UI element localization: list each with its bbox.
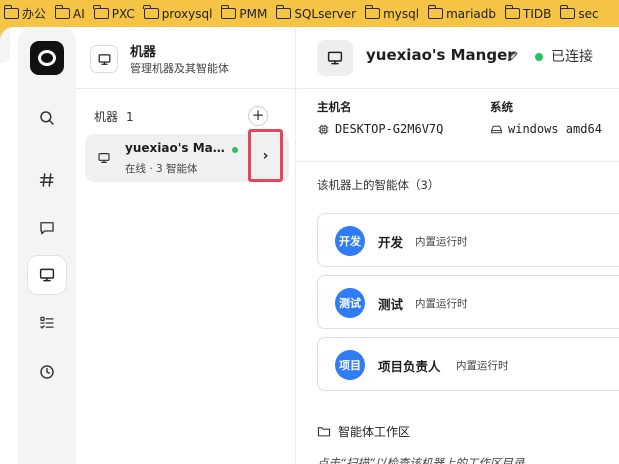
bookmark-folder[interactable]: PMM xyxy=(219,0,274,27)
monitor-icon xyxy=(327,51,343,65)
hostname-value: DESKTOP-G2M6V7Q xyxy=(317,122,443,136)
folder-icon xyxy=(3,5,19,19)
agents-section-label: 该机器上的智能体（3） xyxy=(317,178,440,192)
folder-icon xyxy=(93,5,109,19)
folder-icon xyxy=(317,427,331,437)
panel-title: 机器 xyxy=(130,45,157,60)
bookmark-folder[interactable]: mariadb xyxy=(426,0,503,27)
bookmark-folder[interactable]: SQLserver xyxy=(274,0,363,27)
bookmarks-bar: 办公 AI PXC proxysql PMM SQLserver mysql m… xyxy=(0,0,619,27)
pencil-icon[interactable] xyxy=(506,49,520,63)
machines-panel: 机器 管理机器及其智能体 机器 1 + yuexiao's Mang... 在线 … xyxy=(76,27,296,464)
bookmark-label: mysql xyxy=(383,6,420,21)
workspace-hint: 点击“扫描”以检查该机器上的工作区目录 xyxy=(317,456,525,464)
panel-header-icon xyxy=(90,45,118,73)
panel-header: 机器 管理机器及其智能体 xyxy=(76,27,295,89)
agent-runtime-tag: 内置运行时 xyxy=(456,360,509,372)
bookmark-label: proxysql xyxy=(161,6,213,21)
app-logo[interactable] xyxy=(30,41,64,75)
add-machine-button[interactable]: + xyxy=(248,106,268,126)
folder-icon xyxy=(364,5,381,19)
connection-status: 已连接 xyxy=(551,49,593,65)
workspace-section-label: 智能体工作区 xyxy=(317,423,410,440)
checklist-icon xyxy=(40,316,54,329)
chat-icon xyxy=(40,222,54,235)
hash-icon xyxy=(39,173,54,187)
bookmark-label: SQLserver xyxy=(294,6,357,21)
clock-icon xyxy=(40,365,54,379)
bookmark-folder[interactable]: proxysql xyxy=(142,0,220,27)
agent-card[interactable]: 项目 项目负责人 内置运行时 xyxy=(317,337,619,391)
folder-icon xyxy=(275,5,292,19)
machine-name: yuexiao's Mang... xyxy=(125,141,225,155)
bookmark-label: sec xyxy=(578,6,599,21)
machine-title: yuexiao's Manger xyxy=(366,46,515,64)
bookmark-label: 办公 xyxy=(22,7,47,21)
machine-list-header: 机器 1 xyxy=(94,108,134,125)
folder-icon xyxy=(559,5,576,19)
agent-card[interactable]: 测试 测试 内置运行时 xyxy=(317,275,619,329)
online-status-dot xyxy=(232,147,238,153)
rail-search-button[interactable] xyxy=(28,99,66,137)
folder-icon xyxy=(427,5,444,19)
connected-status-dot xyxy=(535,53,543,61)
monitor-icon xyxy=(39,268,55,282)
folder-icon xyxy=(220,5,237,19)
bookmark-label: PMM xyxy=(239,6,268,21)
agent-card[interactable]: 开发 开发 内置运行时 xyxy=(317,213,619,267)
logo-ring-icon xyxy=(38,50,56,66)
bookmark-folder[interactable]: AI xyxy=(53,0,92,27)
hostname-text: DESKTOP-G2M6V7Q xyxy=(335,122,444,136)
detail-header-icon xyxy=(317,40,353,76)
monitor-icon xyxy=(98,53,110,65)
agent-name: 项目负责人 xyxy=(378,359,441,374)
folder-icon xyxy=(143,5,159,19)
bookmark-label: TIDB xyxy=(523,6,552,21)
rail-machines-button[interactable] xyxy=(28,256,66,294)
agent-runtime-tag: 内置运行时 xyxy=(415,236,468,248)
machine-count: 1 xyxy=(126,110,134,124)
nav-rail xyxy=(18,27,76,464)
system-text: windows amd64 xyxy=(508,122,602,136)
bookmark-label: mariadb xyxy=(446,6,496,21)
bookmark-folder[interactable]: TIDB xyxy=(503,0,558,27)
panel-subtitle: 管理机器及其智能体 xyxy=(130,62,229,75)
chip-icon xyxy=(318,124,329,134)
workspace-label-text: 智能体工作区 xyxy=(338,425,411,439)
agent-avatar: 项目 xyxy=(335,350,365,380)
hostname-label: 主机名 xyxy=(317,100,352,114)
agent-runtime-tag: 内置运行时 xyxy=(415,298,468,310)
search-icon xyxy=(40,111,54,125)
detail-header: yuexiao's Manger 已连接 xyxy=(297,27,619,89)
folder-icon xyxy=(504,5,520,19)
bookmark-folder[interactable]: mysql xyxy=(363,0,426,27)
drive-icon xyxy=(491,125,502,133)
bookmark-folder[interactable]: PXC xyxy=(92,0,142,27)
section-divider xyxy=(297,161,619,162)
rail-channels-button[interactable] xyxy=(28,161,66,199)
agent-name: 开发 xyxy=(378,235,404,250)
bookmark-folder[interactable]: sec xyxy=(558,0,605,27)
agent-name: 测试 xyxy=(378,297,404,312)
bookmark-folder[interactable]: 办公 xyxy=(2,0,53,27)
machine-subtitle: 在线 · 3 智能体 xyxy=(125,163,198,175)
system-value: windows amd64 xyxy=(490,122,602,136)
bookmark-label: AI xyxy=(73,6,85,21)
open-machine-button[interactable]: › xyxy=(248,129,283,182)
edge-strip xyxy=(0,27,10,63)
rail-history-button[interactable] xyxy=(28,353,66,391)
agent-avatar: 测试 xyxy=(335,288,365,318)
folder-icon xyxy=(54,5,71,19)
monitor-icon xyxy=(98,153,110,163)
system-label: 系统 xyxy=(490,100,513,114)
chevron-right-icon: › xyxy=(262,147,269,164)
app-window: 机器 管理机器及其智能体 机器 1 + yuexiao's Mang... 在线 … xyxy=(0,27,619,464)
rail-tasks-button[interactable] xyxy=(28,304,66,342)
rail-chat-button[interactable] xyxy=(28,209,66,247)
machine-detail: yuexiao's Manger 已连接 主机名 DESKTOP-G2M6V7Q… xyxy=(297,27,619,464)
bookmark-label: PXC xyxy=(111,6,135,21)
machine-list-label: 机器 xyxy=(94,110,119,124)
agent-avatar: 开发 xyxy=(335,226,365,256)
